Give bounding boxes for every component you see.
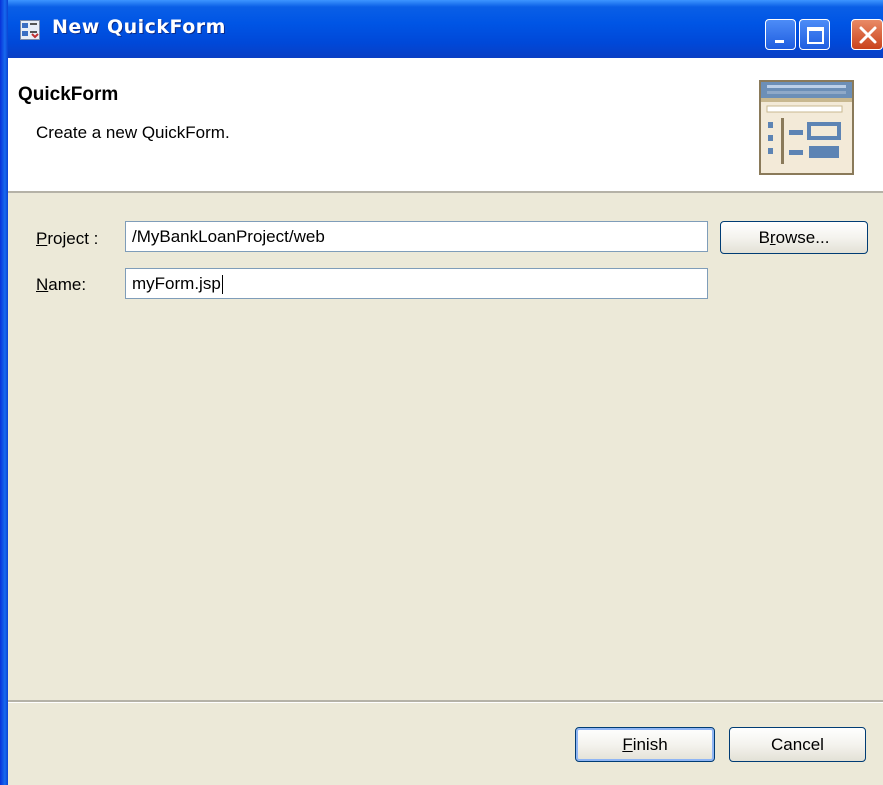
browse-button[interactable]: Browse... <box>720 221 868 254</box>
title-bar[interactable]: New QuickForm <box>0 0 883 58</box>
name-field[interactable]: myForm.jsp <box>125 268 708 299</box>
close-button[interactable] <box>851 19 883 50</box>
finish-button[interactable]: Finish <box>575 727 715 762</box>
header-description: Create a new QuickForm. <box>36 123 230 142</box>
new-quickform-dialog: New QuickForm QuickForm Create a new Qui… <box>0 0 883 785</box>
header-title: QuickForm <box>18 84 119 105</box>
window-title: New QuickForm <box>52 16 226 38</box>
project-field[interactable]: /MyBankLoanProject/web <box>125 221 708 252</box>
maximize-icon <box>807 27 824 44</box>
cancel-button[interactable]: Cancel <box>729 727 866 762</box>
quickform-wizard-icon <box>20 20 40 40</box>
close-icon <box>859 26 877 44</box>
minimize-button[interactable] <box>765 19 796 50</box>
maximize-button[interactable] <box>799 19 830 50</box>
window-border <box>0 0 8 785</box>
project-label: Project : <box>36 229 99 248</box>
form-layout-icon <box>759 80 854 175</box>
minimize-icon <box>775 40 784 43</box>
name-label: Name: <box>36 275 87 294</box>
button-bar-separator <box>8 700 883 703</box>
text-cursor <box>221 275 223 295</box>
